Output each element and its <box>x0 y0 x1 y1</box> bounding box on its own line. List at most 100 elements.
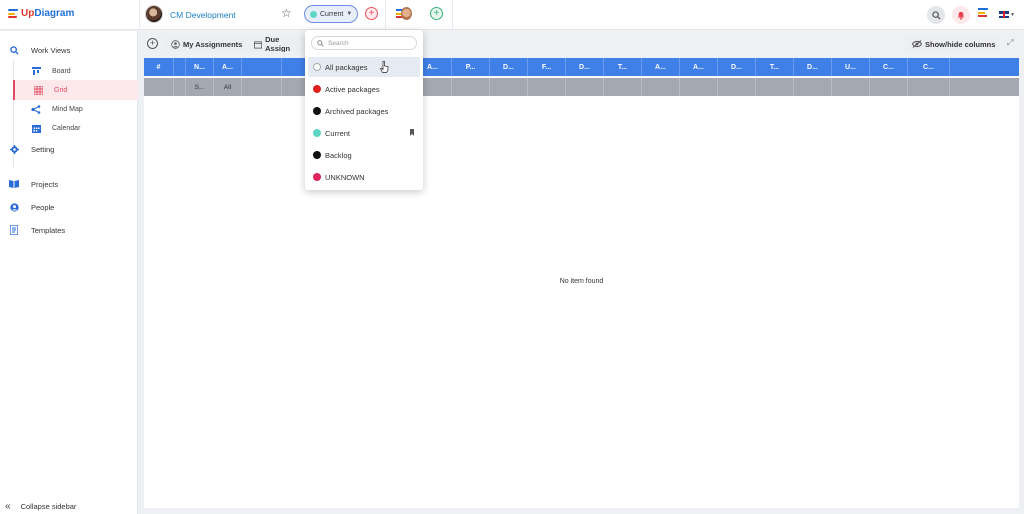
sidebar-item-label: People <box>31 202 55 212</box>
grid-column-header[interactable]: D... <box>566 58 604 76</box>
grid-filter-cell[interactable] <box>832 78 870 96</box>
sidebar-item-work-views[interactable]: Work Views <box>0 41 138 59</box>
app-logo[interactable]: UpDiagram <box>8 8 74 19</box>
grid-filter-cell[interactable]: All <box>214 78 242 96</box>
sidebar-item-setting[interactable]: Setting <box>0 140 138 158</box>
bell-icon <box>957 11 965 20</box>
grid-column-header[interactable]: T... <box>756 58 794 76</box>
sidebar-item-label: Projects <box>31 179 59 189</box>
package-selector[interactable]: Current ▼ <box>304 5 358 23</box>
grid-column-header[interactable]: D... <box>718 58 756 76</box>
grid-filter-cell[interactable] <box>452 78 490 96</box>
grid-filter-cell[interactable] <box>528 78 566 96</box>
package-search-field[interactable] <box>311 36 417 50</box>
header-divider <box>385 0 386 30</box>
package-option[interactable]: Backlog <box>308 145 420 165</box>
notifications-button[interactable] <box>952 6 970 24</box>
sidebar-item-people[interactable]: People <box>0 198 138 216</box>
my-assignments-button[interactable]: My Assignments <box>166 36 248 52</box>
show-hide-columns-button[interactable]: Show/hide columns <box>907 36 1001 52</box>
show-hide-columns-label: Show/hide columns <box>925 39 996 49</box>
grid-column-header[interactable] <box>242 58 282 76</box>
grid-filter-cell[interactable] <box>908 78 950 96</box>
package-option-label: All packages <box>325 62 368 72</box>
board-icon <box>31 66 41 76</box>
sidebar-item-mind-map[interactable]: Mind Map <box>13 99 138 119</box>
grid-column-header[interactable]: P... <box>452 58 490 76</box>
chevron-down-icon[interactable]: ▼ <box>1010 12 1015 18</box>
grid-filter-cell[interactable] <box>174 78 186 96</box>
grid-column-header[interactable]: A... <box>642 58 680 76</box>
empty-state-message: No item found <box>559 278 604 285</box>
data-grid: #N...A...S...P...A...P...D...F...D...T..… <box>144 58 1019 508</box>
sidebar-item-calendar[interactable]: Calendar <box>13 118 138 138</box>
grid-column-header[interactable]: U... <box>832 58 870 76</box>
grid-icon <box>33 85 43 95</box>
grid-column-header[interactable]: A... <box>680 58 718 76</box>
grid-column-header[interactable]: D... <box>490 58 528 76</box>
grid-filter-row: S... All <box>144 78 1019 96</box>
add-package-button[interactable]: + <box>365 7 378 20</box>
grid-filter-cell[interactable] <box>144 78 174 96</box>
star-icon[interactable]: ☆ <box>281 7 292 19</box>
package-option[interactable]: Archived packages <box>308 101 420 121</box>
chevron-down-icon: ▼ <box>346 11 353 17</box>
grid-column-header[interactable]: C... <box>908 58 950 76</box>
search-icon <box>9 45 19 55</box>
grid-column-header[interactable] <box>174 58 186 76</box>
package-color-dot-icon <box>313 107 321 115</box>
grid-column-header[interactable]: A... <box>214 58 242 76</box>
package-search-input[interactable] <box>328 39 408 47</box>
grid-filter-cell[interactable] <box>680 78 718 96</box>
grid-column-header[interactable]: C... <box>870 58 908 76</box>
grid-column-header[interactable]: # <box>144 58 174 76</box>
grid-filter-cell[interactable] <box>870 78 908 96</box>
grid-filter-cell[interactable] <box>794 78 832 96</box>
grid-filter-cell[interactable] <box>490 78 528 96</box>
package-color-dot-icon <box>313 173 321 181</box>
project-avatar[interactable] <box>145 5 163 23</box>
menu-icon[interactable] <box>978 8 988 19</box>
grid-column-header[interactable]: T... <box>604 58 642 76</box>
grid-toolbar: + My Assignments Due Assign Show/hide co… <box>139 34 1024 56</box>
grid-filter-cell[interactable]: S... <box>186 78 214 96</box>
current-dot-icon <box>310 10 317 18</box>
package-color-dot-icon <box>313 85 321 93</box>
package-dropdown: All packages Active packages Archived pack… <box>305 30 423 190</box>
sidebar-item-templates[interactable]: Templates <box>0 221 138 239</box>
grid-filter-cell[interactable] <box>642 78 680 96</box>
bookmark-icon[interactable] <box>410 129 414 136</box>
grid-column-header[interactable]: F... <box>528 58 566 76</box>
sidebar-item-label: Calendar <box>52 124 81 132</box>
flag-icon[interactable] <box>999 11 1009 18</box>
expand-icon[interactable]: ⤢ <box>1007 38 1013 48</box>
package-option[interactable]: Active packages <box>308 79 420 99</box>
add-team-button[interactable]: + <box>430 7 443 20</box>
grid-column-header[interactable]: N... <box>186 58 214 76</box>
team-avatar <box>401 7 412 20</box>
grid-filter-cell[interactable] <box>718 78 756 96</box>
project-name[interactable]: CM Development <box>170 10 236 20</box>
package-selector-label: Current <box>320 10 344 18</box>
add-row-button[interactable]: + <box>147 38 158 49</box>
grid-filter-cell[interactable] <box>242 78 282 96</box>
package-option[interactable]: All packages <box>308 57 420 77</box>
sidebar-item-projects[interactable]: Projects <box>0 175 138 193</box>
team-logo-button[interactable] <box>396 7 412 20</box>
sidebar-item-grid[interactable]: Grid <box>13 80 138 100</box>
package-option[interactable]: Current <box>308 123 420 143</box>
template-icon <box>9 225 19 235</box>
package-option-label: Current <box>325 128 351 138</box>
package-color-dot-icon <box>313 129 321 137</box>
collapse-sidebar-button[interactable]: « Collapse sidebar <box>5 501 76 512</box>
grid-filter-cell[interactable] <box>604 78 642 96</box>
grid-column-header[interactable]: D... <box>794 58 832 76</box>
sidebar-item-board[interactable]: Board <box>13 61 138 81</box>
due-assignments-button[interactable]: Due Assign <box>249 36 307 52</box>
package-option-label: Archived packages <box>325 106 389 116</box>
grid-filter-cell[interactable] <box>756 78 794 96</box>
grid-filter-cell[interactable] <box>566 78 604 96</box>
package-option[interactable]: UNKNOWN <box>308 167 420 187</box>
search-button[interactable] <box>927 6 945 24</box>
gear-icon <box>9 144 19 154</box>
